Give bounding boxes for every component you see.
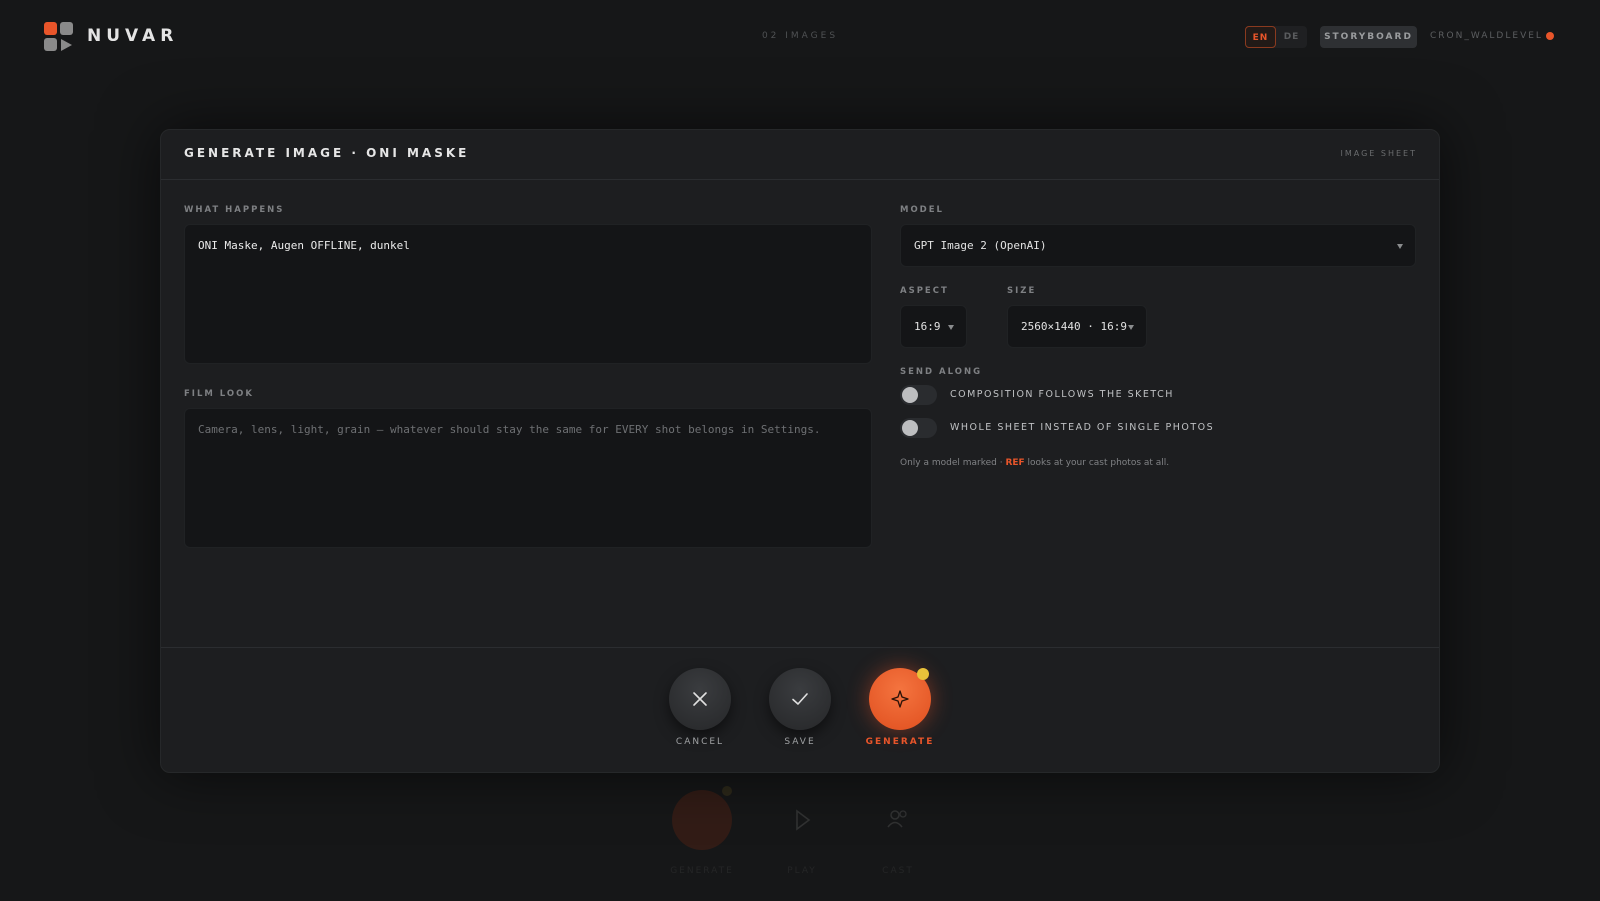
- background-generate-button: [672, 786, 732, 850]
- user-name: CRON_WALDLEVEL: [1430, 31, 1543, 41]
- cancel-label: CANCEL: [675, 737, 725, 747]
- model-value: GPT Image 2 (OpenAI): [914, 239, 1047, 252]
- aspect-label: ASPECT: [900, 286, 949, 296]
- language-de[interactable]: DE: [1276, 26, 1307, 48]
- storyboard-button[interactable]: STORYBOARD: [1320, 26, 1417, 48]
- people-icon: [887, 810, 907, 828]
- close-icon: [693, 692, 707, 706]
- background-generate-label: GENERATE: [670, 866, 734, 876]
- chevron-down-icon: [1397, 244, 1403, 249]
- aspect-select[interactable]: 16:9: [900, 305, 967, 348]
- size-label: SIZE: [1007, 286, 1037, 296]
- model-select[interactable]: GPT Image 2 (OpenAI): [900, 224, 1416, 267]
- image-sheet-label[interactable]: IMAGE SHEET: [1341, 149, 1417, 158]
- chevron-down-icon: [1128, 325, 1134, 330]
- composition-toggle-label: COMPOSITION FOLLOWS THE SKETCH: [950, 389, 1174, 400]
- size-select[interactable]: 2560×1440 · 16:9: [1007, 305, 1147, 348]
- generate-button[interactable]: [869, 668, 931, 730]
- language-switch: EN DE: [1245, 26, 1307, 48]
- generate-image-dialog: GENERATE IMAGE · ONI MASKE IMAGE SHEET W…: [160, 129, 1440, 773]
- whole-sheet-toggle-label: WHOLE SHEET INSTEAD OF SINGLE PHOTOS: [950, 422, 1215, 433]
- play-icon: [796, 809, 811, 831]
- ref-tag: REF: [1005, 458, 1025, 468]
- size-value: 2560×1440 · 16:9: [1021, 320, 1127, 333]
- save-label: SAVE: [784, 737, 816, 747]
- composition-toggle[interactable]: [900, 385, 937, 405]
- dialog-header: GENERATE IMAGE · ONI MASKE IMAGE SHEET: [161, 130, 1439, 180]
- top-bar: NUVAR 02 IMAGES EN DE STORYBOARD CRON_WA…: [0, 0, 1600, 72]
- aspect-value: 16:9: [914, 320, 941, 333]
- sparkle-icon: [891, 690, 909, 708]
- what-happens-label: WHAT HAPPENS: [184, 205, 285, 215]
- send-along-label: SEND ALONG: [900, 367, 983, 377]
- language-en[interactable]: EN: [1245, 26, 1276, 48]
- film-look-label: FILM LOOK: [184, 389, 254, 399]
- check-icon: [792, 693, 808, 705]
- background-cast-button: [868, 790, 928, 850]
- status-dot: [1546, 32, 1554, 40]
- film-look-textarea[interactable]: Camera, lens, light, grain — whatever sh…: [184, 408, 872, 548]
- notification-badge: [917, 668, 929, 680]
- generate-label: GENERATE: [865, 737, 935, 747]
- background-dock: GENERATE PLAY CAST: [0, 780, 1600, 890]
- chevron-down-icon: [948, 325, 954, 330]
- ref-note: Only a model marked · REF looks at your …: [900, 458, 1170, 468]
- model-label: MODEL: [900, 205, 944, 215]
- cancel-button[interactable]: [669, 668, 731, 730]
- dialog-footer: CANCEL SAVE GENERATE: [161, 647, 1439, 772]
- whole-sheet-toggle[interactable]: [900, 418, 937, 438]
- background-play-button: [772, 790, 832, 850]
- background-play-label: PLAY: [787, 866, 817, 876]
- save-button[interactable]: [769, 668, 831, 730]
- what-happens-textarea[interactable]: ONI Maske, Augen OFFLINE, dunkel: [184, 224, 872, 364]
- dialog-title: GENERATE IMAGE · ONI MASKE: [184, 146, 470, 160]
- background-cast-label: CAST: [882, 866, 914, 876]
